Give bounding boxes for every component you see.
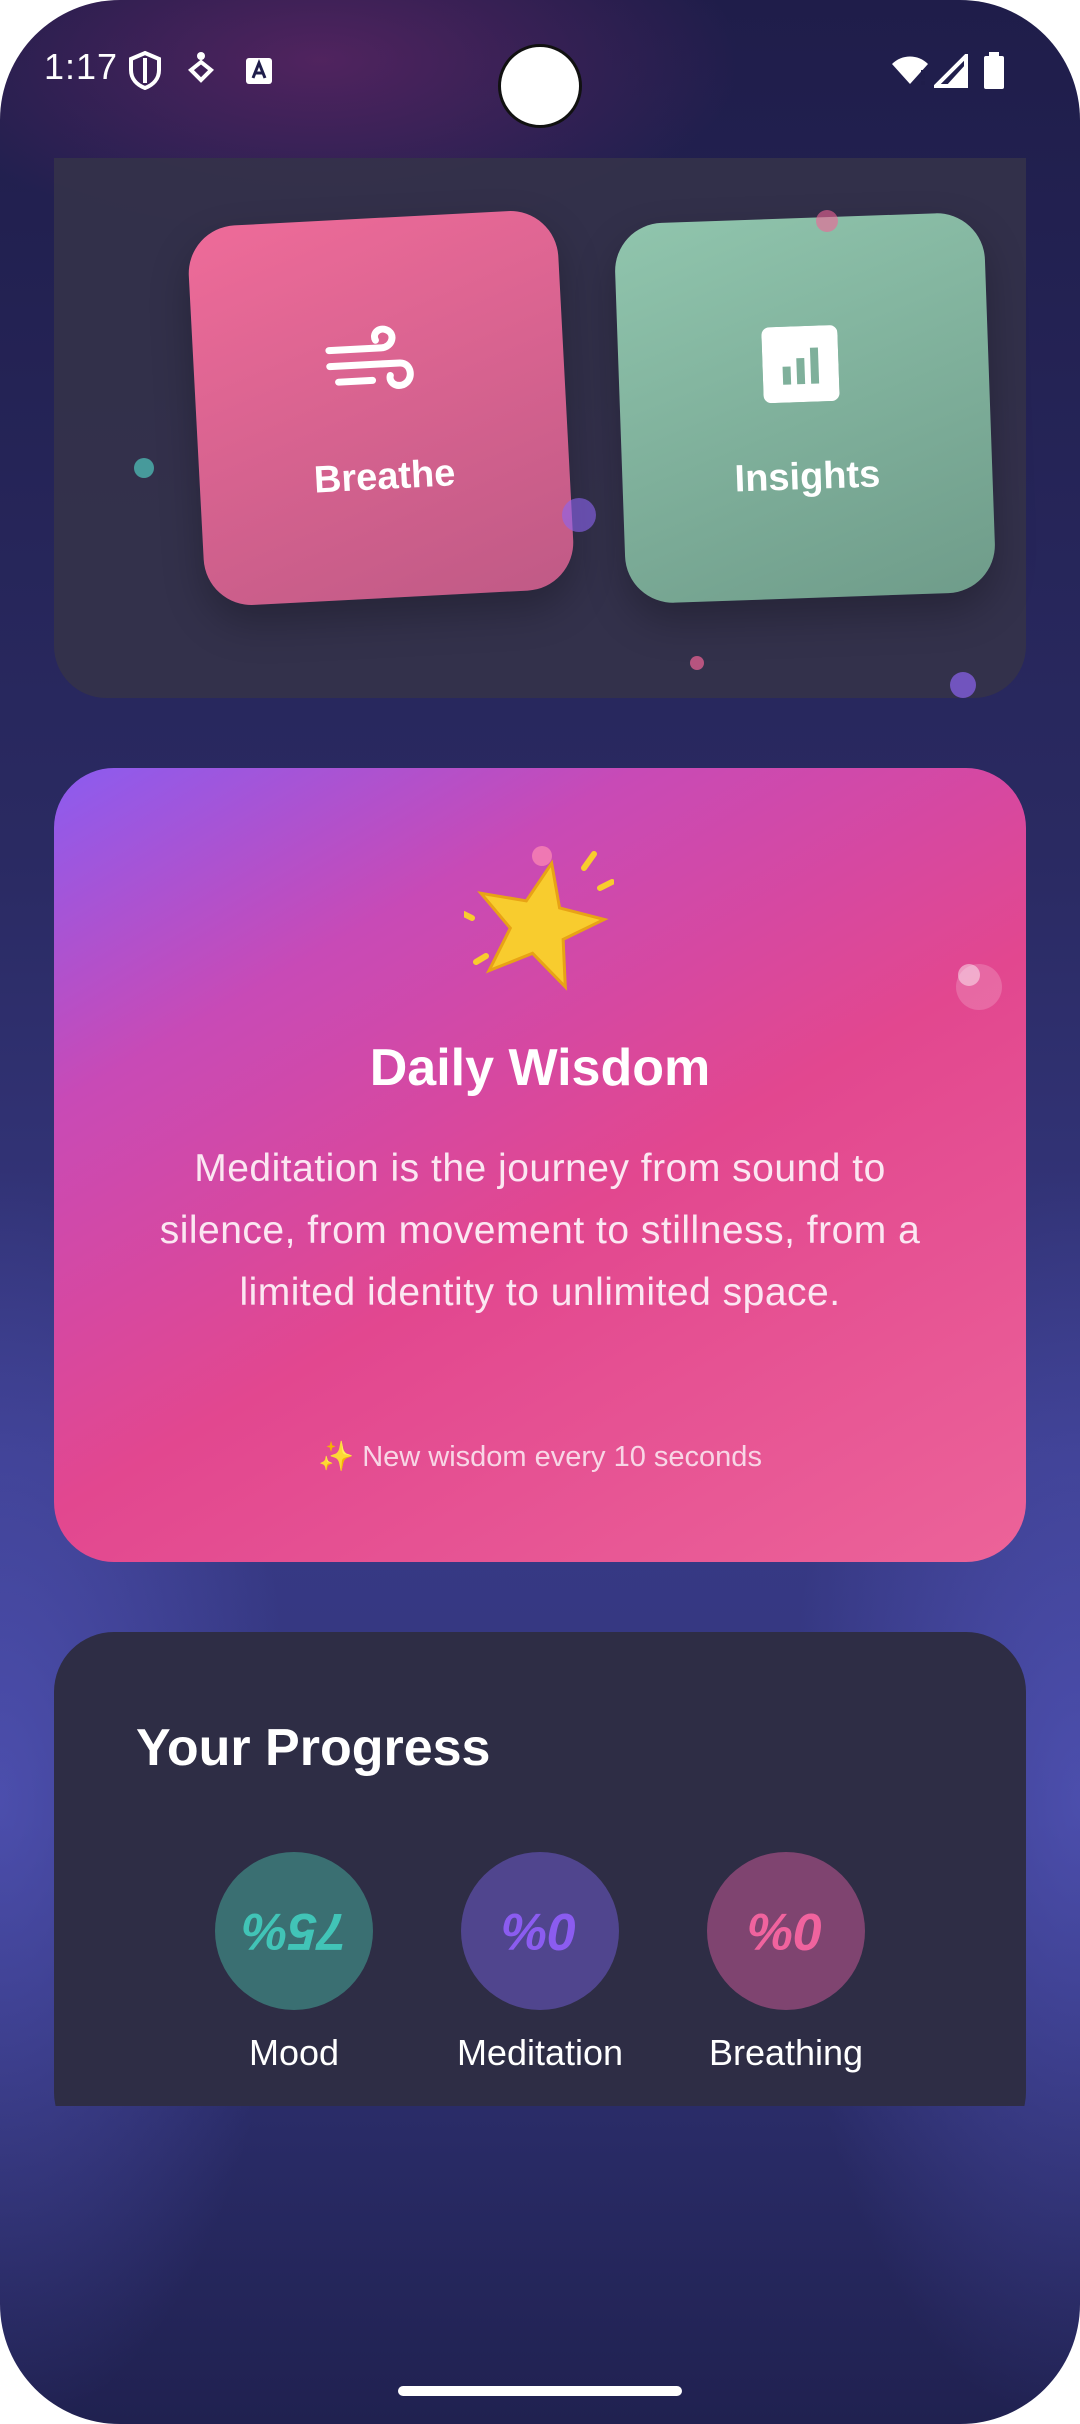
breathe-label: Breathe [312,452,457,502]
sparkle-dot [816,210,838,232]
sparkle-dot [690,656,704,670]
bar-chart-icon [761,325,840,404]
text-notification-icon [246,58,272,84]
breathing-circle: 0% [707,1852,865,2010]
breathing-value: 0% [748,1902,824,1960]
insights-label: Insights [733,453,881,501]
status-time: 1:17 [44,46,119,87]
quick-actions-card: Breathe Insights [54,158,1026,698]
front-camera [498,44,582,128]
mood-circle: 75% [215,1852,373,2010]
glowing-star-icon [464,851,614,991]
sparkle-dot [562,498,596,532]
meditation-value: 0% [502,1902,578,1960]
daily-wisdom-card: Daily Wisdom Meditation is the journey f… [54,768,1026,1562]
signal-icon [934,54,968,88]
accessibility-icon [188,52,214,83]
mood-stat[interactable]: 75% Mood [174,1852,414,2074]
scroll-content[interactable]: Breathe Insights Daily Wisdom Meditation… [0,158,1080,2106]
meditation-label: Meditation [456,2032,624,2073]
sparkle-dot [958,964,980,986]
phone-screen: 1:17 Breathe Insights Daily Wisdom Medit… [0,0,1080,2424]
wind-icon [325,325,414,389]
sparkle-dot [950,672,976,698]
wifi-icon [892,56,928,85]
status-bar: 1:17 [0,0,1080,150]
progress-title: Your Progress [136,1719,491,1777]
battery-icon [984,52,1004,89]
shield-icon [129,50,161,90]
breathe-tile[interactable]: Breathe [186,208,576,608]
wisdom-quote: Meditation is the journey from sound to … [159,1147,921,1314]
insights-tile[interactable]: Insights [613,211,997,605]
sparkle-dot [532,846,552,866]
home-indicator[interactable] [398,2386,682,2396]
mood-label: Mood [248,2032,340,2073]
wisdom-refresh-note: ✨ New wisdom every 10 seconds [318,1441,762,1473]
mood-value: 75% [241,1902,347,1960]
wisdom-title: Daily Wisdom [369,1039,711,1097]
progress-card: Your Progress 75% Mood 0% Meditation 0% … [54,1632,1026,2106]
sparkle-dot [134,458,154,478]
breathing-label: Breathing [708,2032,864,2073]
meditation-circle: 0% [461,1852,619,2010]
breathing-stat[interactable]: 0% Breathing [666,1852,906,2074]
meditation-stat[interactable]: 0% Meditation [420,1852,660,2074]
